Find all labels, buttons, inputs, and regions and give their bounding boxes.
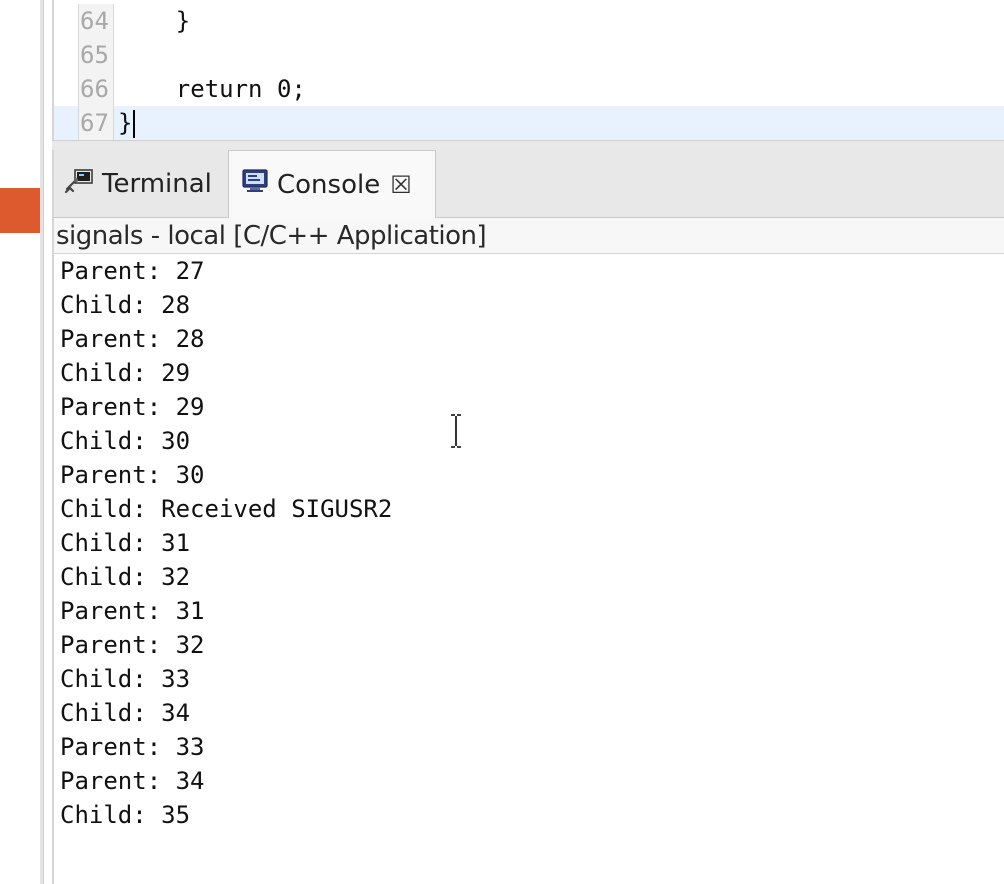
code-text-content: }: [118, 109, 133, 137]
editor-line: 65: [54, 38, 1004, 72]
console-line: Parent: 27: [60, 257, 205, 285]
console-line: Child: Received SIGUSR2: [60, 495, 393, 523]
console-line: Parent: 31: [60, 597, 205, 625]
console-line: Child: 28: [60, 291, 191, 319]
console-line: Child: 29: [60, 359, 191, 387]
code-text[interactable]: }: [118, 106, 136, 140]
console-line: Child: 33: [60, 665, 191, 693]
line-number: 67: [78, 106, 114, 140]
text-caret: [133, 110, 136, 138]
close-icon[interactable]: ☒: [390, 171, 412, 199]
console-process-label: signals - local [C/C++ Application]: [56, 221, 487, 251]
sash-divider[interactable]: [40, 0, 44, 884]
console-line: Parent: 32: [60, 631, 205, 659]
console-line: Parent: 30: [60, 461, 205, 489]
code-text[interactable]: return 0;: [118, 72, 306, 106]
console-line: Child: 31: [60, 529, 191, 557]
tab-console[interactable]: Console ☒: [228, 150, 436, 218]
line-number: 66: [78, 72, 114, 106]
console-line: Child: 30: [60, 427, 191, 455]
launcher-marker[interactable]: [0, 188, 41, 233]
console-icon: [241, 167, 269, 202]
editor-current-line: 67 }: [54, 106, 1004, 140]
console-line: Child: 34: [60, 699, 191, 727]
editor-line: 64 }: [54, 4, 1004, 38]
console-line: Child: 35: [60, 801, 191, 829]
workbench-left-area: [0, 0, 40, 884]
line-number: 65: [78, 38, 114, 72]
terminal-icon: [64, 165, 94, 202]
console-output[interactable]: Parent: 27 Child: 28 Parent: 28 Child: 2…: [52, 254, 1004, 884]
tab-terminal-label: Terminal: [102, 168, 212, 199]
console-line: Parent: 34: [60, 767, 205, 795]
tab-console-label: Console: [277, 169, 381, 200]
line-number: 64: [78, 4, 114, 38]
view-tab-bar: Terminal Console ☒: [52, 150, 1004, 218]
console-line: Parent: 33: [60, 733, 205, 761]
editor-line: 66 return 0;: [54, 72, 1004, 106]
code-text[interactable]: }: [118, 4, 190, 38]
tab-terminal[interactable]: Terminal: [60, 150, 230, 217]
ibeam-cursor-icon: [451, 414, 461, 448]
code-editor[interactable]: 64 } 65 66 return 0; 67 }: [52, 0, 1004, 140]
console-line: Parent: 29: [60, 393, 205, 421]
console-line: Parent: 28: [60, 325, 205, 353]
console-line: Child: 32: [60, 563, 191, 591]
console-title-bar: signals - local [C/C++ Application]: [52, 218, 1004, 254]
